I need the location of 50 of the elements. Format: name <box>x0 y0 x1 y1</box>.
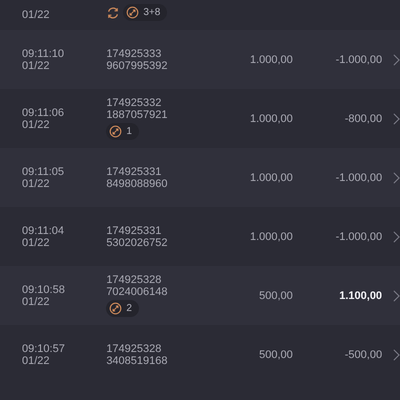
chevron-right-icon <box>393 290 400 302</box>
count-badge: 1 <box>106 123 139 140</box>
result-text: -1.000,00 <box>336 172 382 184</box>
date-text: 01/22 <box>22 178 51 190</box>
count-badge: 3+8 <box>123 4 168 21</box>
amount-text: 1.000,00 <box>250 230 293 242</box>
order-id-text: 174925328 <box>106 274 162 286</box>
order-id-text: 174925328 <box>106 342 162 354</box>
order-id-text: 3408519168 <box>106 354 168 366</box>
order-id-text: 174925331 <box>106 166 162 178</box>
transaction-row[interactable]: 09:11:05 01/22 174925331 8498088960 1.000,00 -1.000,00 <box>0 148 400 207</box>
chevron-right-icon <box>393 112 400 124</box>
time-text: 09:11:10 <box>22 48 66 60</box>
transaction-row[interactable]: 09:11:10 01/22 174925333 9607995392 1.000,00 -1.000,00 <box>0 30 400 89</box>
time-text: 09:11:04 <box>22 224 66 236</box>
chevron-right-icon <box>393 230 400 242</box>
order-id-text: 174925331 <box>106 224 162 236</box>
amount-text: 500,00 <box>259 348 293 360</box>
result-text: 1.100,00 <box>339 290 382 302</box>
date-text: 01/22 <box>22 118 51 130</box>
time-text: 09:11:05 <box>22 166 66 178</box>
date-text: 01/22 <box>22 354 51 366</box>
time-text: 09:11:06 <box>22 106 66 118</box>
order-id-text: 174925333 <box>106 48 162 60</box>
date-text: 01/22 <box>22 60 51 72</box>
result-text: -500,00 <box>344 348 382 360</box>
result-text: -1.000,00 <box>336 54 382 66</box>
time-text: 09:10:57 <box>22 342 66 354</box>
chevron-right-icon <box>393 348 400 360</box>
amount-text: 1.000,00 <box>250 112 293 124</box>
chevron-right-icon <box>393 54 400 66</box>
order-id-text: 7024006148 <box>106 286 168 298</box>
date-text: 01/22 <box>22 236 51 248</box>
order-id-text: 9607995392 <box>106 60 168 72</box>
date-text: 01/22 <box>22 296 51 308</box>
order-id-text: 174925332 <box>106 97 162 109</box>
amount-text: 1.000,00 <box>250 172 293 184</box>
refresh-icon <box>106 6 120 20</box>
chevron-right-icon <box>393 172 400 184</box>
result-text: -800,00 <box>344 112 382 124</box>
count-badge: 2 <box>106 300 139 317</box>
amount-text: 500,00 <box>259 290 293 302</box>
transaction-row[interactable]: 09:10:58 01/22 174925328 7024006148 2 500,00 1.100,00 <box>0 266 400 325</box>
time-text: 09:10:58 <box>22 284 66 296</box>
date-text: 01/22 <box>22 9 51 21</box>
result-text: -1.000,00 <box>336 230 382 242</box>
amount-text: 1.000,00 <box>250 54 293 66</box>
order-id-text: 5302026752 <box>106 236 168 248</box>
order-id-text: 1887057921 <box>106 109 168 121</box>
order-id-text: 8498088960 <box>106 178 168 190</box>
